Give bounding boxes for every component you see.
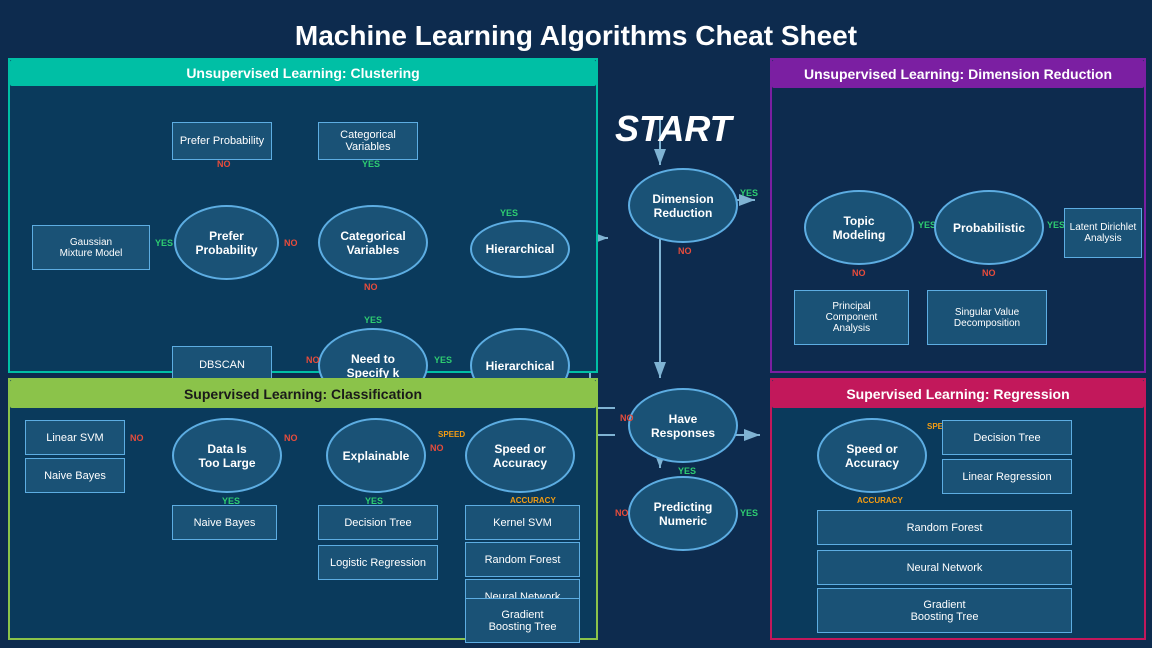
label-speed-cl: SPEED [438,430,465,439]
predicting-numeric-node: Predicting Numeric [628,476,738,551]
have-responses-node: Have Responses [628,388,738,463]
gradient-rg-node: Gradient Boosting Tree [817,588,1072,633]
explainable-node: Explainable [326,418,426,493]
label-no-dbscan: NO [306,355,320,365]
speed-accuracy-rg-node: Speed or Accuracy [817,418,927,493]
clustering-header: Unsupervised Learning: Clustering [10,60,596,86]
label-yes-categorical: YES [362,159,380,169]
linear-reg-node: Linear Regression [942,459,1072,494]
label-no-prefer: NO [217,159,231,169]
classification-header: Supervised Learning: Classification [10,380,596,408]
random-forest-rg-node: Random Forest [817,510,1072,545]
label-accuracy-rg: ACCURACY [857,496,903,505]
data-too-large-node: Data Is Too Large [172,418,282,493]
nodes-layer: Machine Learning Algorithms Cheat Sheet … [0,0,1152,648]
main-title: Machine Learning Algorithms Cheat Sheet [0,8,1152,60]
kernel-svm-node: Kernel SVM [465,505,580,540]
categorical-node: Categorical Variables [318,205,428,280]
label-no-linearsvm: NO [130,433,144,443]
regression-header: Supervised Learning: Regression [772,380,1144,408]
dimension-red-node: Dimension Reduction [628,168,738,243]
label-yes-latent: YES [1047,220,1065,230]
label-no-speedacc: NO [430,443,444,453]
speed-accuracy-cl-node: Speed or Accuracy [465,418,575,493]
latent-node: Latent Dirichlet Analysis [1064,208,1142,258]
regression-section: Supervised Learning: Regression SPEED Sp… [770,378,1146,640]
svd-node: Singular Value Decomposition [927,290,1047,345]
label-yes-regression: YES [740,508,758,518]
gaussian-node: Gaussian Mixture Model [32,225,150,270]
label-accuracy-cl: ACCURACY [510,496,556,505]
probabilistic-node: Probabilistic [934,190,1044,265]
clustering-section: Unsupervised Learning: Clustering Prefer… [8,58,598,373]
hierarchical1-node: Hierarchical [470,220,570,278]
dimension-header: Unsupervised Learning: Dimension Reducti… [772,60,1144,88]
center-section: START Dimension Reduction YES NO Have Re… [600,58,770,640]
dimension-section: Unsupervised Learning: Dimension Reducti… [770,58,1146,373]
label-yes-hier3: YES [434,355,452,365]
label-no-haveresponse: NO [678,246,692,256]
label-no-categorical: NO [284,238,298,248]
decision-tree-cl-node: Decision Tree [318,505,438,540]
label-yes-gaussian: YES [155,238,173,248]
kmodes-node: Categorical Variables [318,122,418,160]
label-yes-topiclabel: YES [740,188,758,198]
gradient-cl-node: Gradient Boosting Tree [465,598,580,643]
label-no-svd: NO [982,268,996,278]
label-yes-hier1: YES [500,208,518,218]
label-no-explainable: NO [284,433,298,443]
label-no-pca: NO [852,268,866,278]
label-yes-hier2: YES [364,315,382,325]
linear-svm-node: Linear SVM [25,420,125,455]
decision-tree-rg-node: Decision Tree [942,420,1072,455]
naive-bayes-node: Naive Bayes [172,505,277,540]
pca-node: Principal Component Analysis [794,290,909,345]
naive-bayes-r-node: Naive Bayes [25,458,125,493]
neural-net-rg-node: Neural Network [817,550,1072,585]
topic-modeling-node: Topic Modeling [804,190,914,265]
label-no-haveresponse2: NO [620,413,634,423]
label-no-needk: NO [364,282,378,292]
label-no-classification: NO [615,508,629,518]
start-node: START [615,108,732,150]
kmeans-node: Prefer Probability [172,122,272,160]
random-forest-cl-node: Random Forest [465,542,580,577]
logistic-reg-node: Logistic Regression [318,545,438,580]
label-yes-prednumeric: YES [678,466,696,476]
classification-section: Supervised Learning: Classification Line… [8,378,598,640]
prefer-prob-node: Prefer Probability [174,205,279,280]
